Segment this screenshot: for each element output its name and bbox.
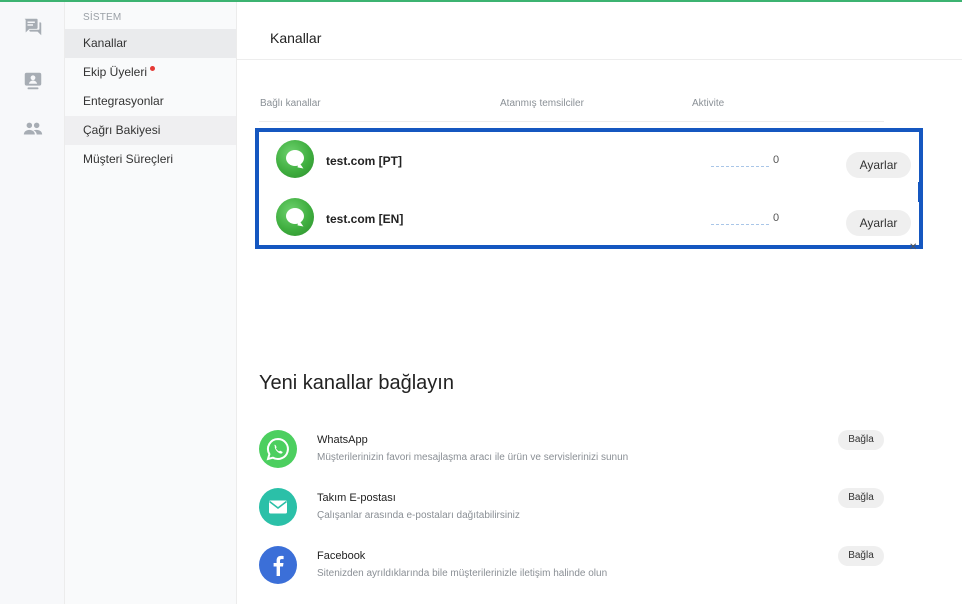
settings-menu: SİSTEM Kanallar Ekip Üyeleri Entegrasyon… <box>65 2 237 604</box>
close-icon[interactable]: ✕ <box>909 242 917 253</box>
menu-item-kanallar[interactable]: Kanallar <box>65 29 236 58</box>
connector-row-facebook: Facebook Sitenizden ayrıldıklarında bile… <box>259 546 899 596</box>
column-header-activity: Aktivite <box>692 98 725 109</box>
connector-name: Facebook <box>317 550 366 562</box>
menu-item-musteri-surecleri[interactable]: Müşteri Süreçleri <box>65 145 236 174</box>
connect-facebook-button[interactable]: Bağla <box>838 546 884 566</box>
section-title: Yeni kanallar bağlayın <box>259 372 454 394</box>
menu-section-label: SİSTEM <box>83 12 122 23</box>
team-icon[interactable] <box>22 118 44 140</box>
connect-whatsapp-button[interactable]: Bağla <box>838 430 884 450</box>
menu-item-cagri-bakiyesi[interactable]: Çağrı Bakiyesi <box>65 116 236 145</box>
chat-icon[interactable] <box>22 16 44 38</box>
connector-description: Sitenizden ayrıldıklarında bile müşteril… <box>317 568 608 579</box>
menu-item-label: Entegrasyonlar <box>83 94 164 108</box>
scrollbar[interactable] <box>918 182 921 202</box>
menu-item-label: Kanallar <box>83 36 128 50</box>
connector-row-email: Takım E-postası Çalışanlar arasında e-po… <box>259 488 899 538</box>
facebook-icon <box>259 546 297 584</box>
notification-dot <box>150 66 156 71</box>
connector-description: Çalışanlar arasında e-postaları dağıtabi… <box>317 510 520 521</box>
menu-item-label: Ekip Üyeleri <box>83 65 148 79</box>
column-header-assigned: Atanmış temsilciler <box>500 98 584 109</box>
connect-email-button[interactable]: Bağla <box>838 488 884 508</box>
email-icon <box>259 488 297 526</box>
connector-name: Takım E-postası <box>317 492 396 504</box>
icon-rail <box>0 2 65 604</box>
whatsapp-icon <box>259 430 297 468</box>
selection-highlight <box>255 128 923 249</box>
connector-description: Müşterilerinizin favori mesajlaşma aracı… <box>317 452 629 463</box>
contact-card-icon[interactable] <box>22 70 44 92</box>
menu-item-entegrasyonlar[interactable]: Entegrasyonlar <box>65 87 236 116</box>
page-title: Kanallar <box>270 30 322 46</box>
main-content: Kanallar Bağlı kanallar Atanmış temsilci… <box>237 2 962 604</box>
divider <box>259 121 884 122</box>
connector-name: WhatsApp <box>317 434 368 446</box>
divider <box>237 59 962 60</box>
menu-item-ekip-uyeleri[interactable]: Ekip Üyeleri <box>65 58 236 87</box>
connector-row-whatsapp: WhatsApp Müşterilerinizin favori mesajla… <box>259 430 899 480</box>
menu-item-label: Çağrı Bakiyesi <box>83 123 161 137</box>
column-header-connected: Bağlı kanallar <box>260 98 321 109</box>
menu-item-label: Müşteri Süreçleri <box>83 152 174 166</box>
